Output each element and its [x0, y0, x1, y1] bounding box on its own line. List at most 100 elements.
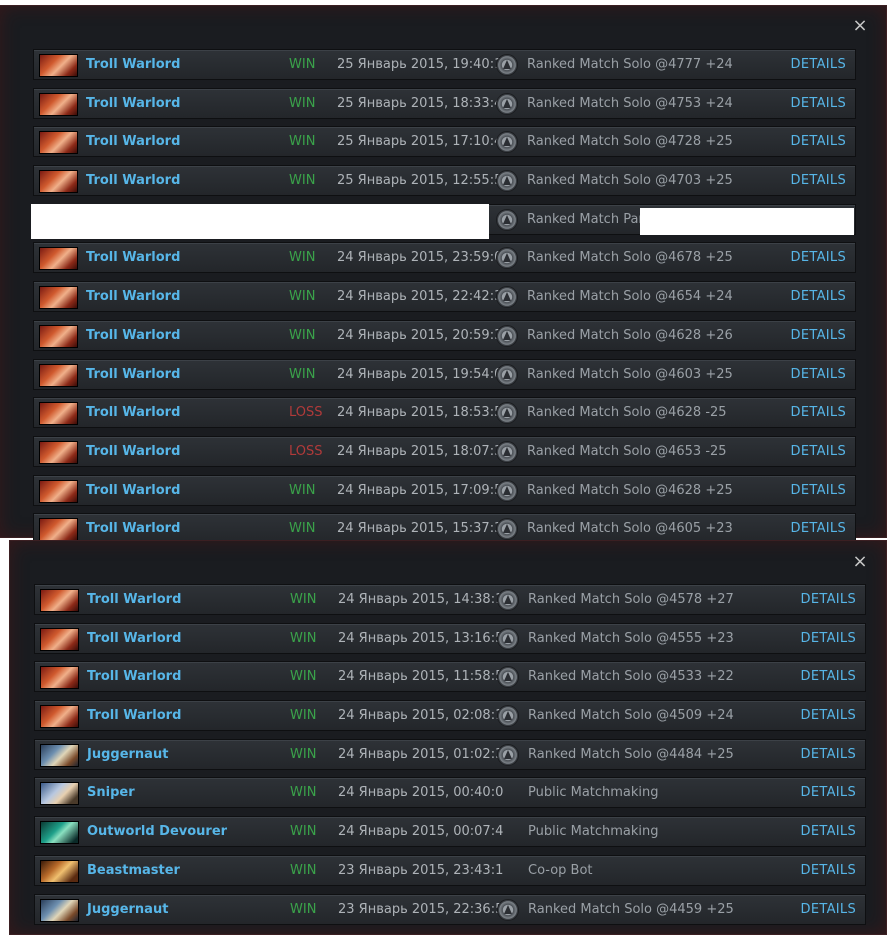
match-date: 24 Январь 2015, 00:07:4: [338, 824, 504, 840]
match-row[interactable]: Beastmaster WIN 23 Январь 2015, 23:43:1 Co-…: [34, 854, 866, 886]
hero-name: Troll Warlord: [86, 57, 181, 72]
game-mode: Ranked Match Solo @4484 +25: [528, 746, 734, 762]
match-history-panel-2: × Troll Warlord WIN 24 Январь 2015, 14:38:…: [9, 540, 887, 935]
hero-name: Troll Warlord: [86, 443, 181, 459]
close-icon[interactable]: ×: [852, 553, 868, 571]
game-mode: Ranked Match Solo @4653 -25: [527, 443, 727, 459]
troll-warlord-portrait: [39, 324, 78, 348]
details-link[interactable]: DETAILS: [801, 585, 856, 614]
hero-name: Troll Warlord: [86, 250, 181, 266]
ranked-matchmaking-icon: [496, 170, 518, 193]
details-link[interactable]: DETAILS: [791, 127, 846, 156]
details-link[interactable]: DETAILS: [801, 740, 856, 769]
details-link[interactable]: DETAILS: [801, 856, 856, 885]
match-history-panel-1: × Troll Warlord WIN 25 Январь 2015, 19:40:…: [0, 5, 887, 545]
match-row[interactable]: Sniper WIN 24 Январь 2015, 00:40:0 Public M…: [34, 777, 866, 809]
troll-warlord-portrait: [39, 402, 78, 426]
match-date: 24 Январь 2015, 13:16:5: [338, 630, 504, 646]
hero-name: Juggernaut: [87, 746, 169, 762]
troll-warlord-portrait: [39, 440, 78, 464]
hero-name: Troll Warlord: [87, 592, 182, 607]
ranked-matchmaking-icon: [496, 92, 518, 115]
match-date: 24 Январь 2015, 14:38:1: [338, 592, 504, 607]
match-date: 24 Январь 2015, 11:58:5: [338, 669, 504, 685]
beastmaster-portrait: [40, 859, 79, 883]
ranked-matchmaking-icon: [497, 666, 519, 689]
match-row[interactable]: Ranked Match Party: [31, 203, 856, 239]
game-mode: Ranked Match Solo @4654 +24: [527, 289, 733, 305]
match-row[interactable]: Troll Warlord WIN 25 Январь 2015, 19:40:1 R…: [33, 49, 856, 80]
details-link[interactable]: DETAILS: [791, 166, 846, 195]
match-date: 24 Январь 2015, 22:42:3: [337, 289, 503, 305]
match-date: 24 Январь 2015, 15:37:3: [337, 521, 503, 537]
details-link[interactable]: DETAILS: [791, 50, 846, 79]
details-link[interactable]: DETAILS: [791, 514, 846, 543]
match-row[interactable]: Troll Warlord WIN 24 Январь 2015, 20:59:3 R…: [33, 319, 856, 351]
details-link[interactable]: DETAILS: [801, 662, 856, 691]
game-mode: Ranked Match Solo @4678 +25: [527, 250, 733, 266]
match-row[interactable]: Troll Warlord WIN 24 Январь 2015, 19:54:0 R…: [33, 358, 856, 390]
match-date: 25 Январь 2015, 18:33:4: [337, 95, 503, 111]
match-list-1: Troll Warlord WIN 25 Январь 2015, 19:40:1 R…: [31, 49, 856, 552]
game-mode: Ranked Match Solo @4605 +23: [527, 521, 733, 537]
troll-warlord-portrait: [39, 54, 78, 77]
match-row[interactable]: Troll Warlord LOSS 24 Январь 2015, 18:07:3…: [33, 435, 856, 467]
game-mode: Public Matchmaking: [528, 824, 659, 840]
details-link[interactable]: DETAILS: [801, 701, 856, 730]
match-row[interactable]: Troll Warlord WIN 24 Январь 2015, 17:09:5 R…: [33, 474, 856, 506]
troll-warlord-portrait: [39, 170, 78, 194]
game-mode: Ranked Match Solo @4509 +24: [528, 708, 734, 724]
details-link[interactable]: DETAILS: [791, 360, 846, 389]
ranked-matchmaking-icon: [497, 743, 519, 766]
match-date: 24 Январь 2015, 18:07:3: [337, 443, 503, 459]
game-mode: Ranked Match Solo @4459 +25: [528, 901, 734, 917]
match-row[interactable]: Juggernaut WIN 23 Январь 2015, 22:36:5 Rank…: [34, 893, 866, 925]
hero-name: Troll Warlord: [86, 173, 181, 189]
details-link[interactable]: DETAILS: [801, 895, 856, 924]
hero-name: Troll Warlord: [86, 327, 181, 343]
match-date: 24 Январь 2015, 19:54:0: [337, 366, 503, 382]
match-row[interactable]: Troll Warlord WIN 24 Январь 2015, 14:38:1 R…: [34, 584, 866, 615]
details-link[interactable]: DETAILS: [791, 282, 846, 311]
match-row[interactable]: Troll Warlord WIN 24 Январь 2015, 23:59:0 R…: [33, 242, 856, 274]
game-mode: Ranked Match Solo @4628 -25: [527, 405, 727, 421]
game-mode: Ranked Match Solo @4777 +24: [527, 57, 733, 72]
match-row[interactable]: Troll Warlord WIN 25 Январь 2015, 12:55:5 R…: [33, 165, 856, 197]
match-row[interactable]: Troll Warlord WIN 24 Январь 2015, 13:16:5 R…: [34, 622, 866, 654]
hero-name: Troll Warlord: [87, 630, 182, 646]
match-row[interactable]: Troll Warlord LOSS 24 Январь 2015, 18:53:5…: [33, 397, 856, 429]
match-row[interactable]: Troll Warlord WIN 24 Январь 2015, 02:08:1 R…: [34, 700, 866, 732]
details-link[interactable]: DETAILS: [791, 321, 846, 350]
hero-name: Outworld Devourer: [87, 824, 228, 840]
details-link[interactable]: DETAILS: [791, 437, 846, 466]
details-link[interactable]: DETAILS: [791, 398, 846, 427]
game-mode: Ranked Match Solo @4753 +24: [527, 95, 733, 111]
details-link[interactable]: DETAILS: [791, 243, 846, 272]
details-link[interactable]: DETAILS: [801, 817, 856, 846]
hero-name: Troll Warlord: [87, 708, 182, 724]
details-link[interactable]: DETAILS: [801, 624, 856, 653]
match-row[interactable]: Troll Warlord WIN 24 Январь 2015, 11:58:5 R…: [34, 661, 866, 693]
match-date: 24 Январь 2015, 18:53:5: [337, 405, 503, 421]
match-row[interactable]: Troll Warlord WIN 24 Январь 2015, 22:42:3 R…: [33, 281, 856, 313]
ranked-matchmaking-icon: [497, 898, 519, 921]
details-link[interactable]: DETAILS: [791, 89, 846, 118]
ranked-matchmaking-icon: [497, 705, 519, 728]
troll-warlord-portrait: [40, 666, 79, 690]
match-row[interactable]: Troll Warlord WIN 25 Январь 2015, 18:33:4 R…: [33, 87, 856, 119]
ranked-matchmaking-icon: [497, 589, 519, 611]
redacted-area: [640, 207, 854, 235]
troll-warlord-portrait: [39, 247, 78, 271]
match-row[interactable]: Troll Warlord WIN 25 Январь 2015, 17:10:4 R…: [33, 126, 856, 158]
match-date: 23 Январь 2015, 23:43:1: [338, 862, 504, 878]
troll-warlord-portrait: [39, 286, 78, 310]
close-icon[interactable]: ×: [852, 17, 868, 35]
match-row[interactable]: Outworld Devourer WIN 24 Январь 2015, 00:0…: [34, 816, 866, 848]
details-link[interactable]: DETAILS: [791, 476, 846, 505]
game-mode: Ranked Match Solo @4628 +26: [527, 327, 733, 343]
match-row[interactable]: Juggernaut WIN 24 Январь 2015, 01:02:3 Rank…: [34, 738, 866, 770]
details-link[interactable]: DETAILS: [801, 778, 856, 807]
ranked-matchmaking-icon: [497, 627, 519, 650]
ranked-matchmaking-icon: [496, 440, 518, 463]
match-date: 24 Январь 2015, 23:59:0: [337, 250, 503, 266]
